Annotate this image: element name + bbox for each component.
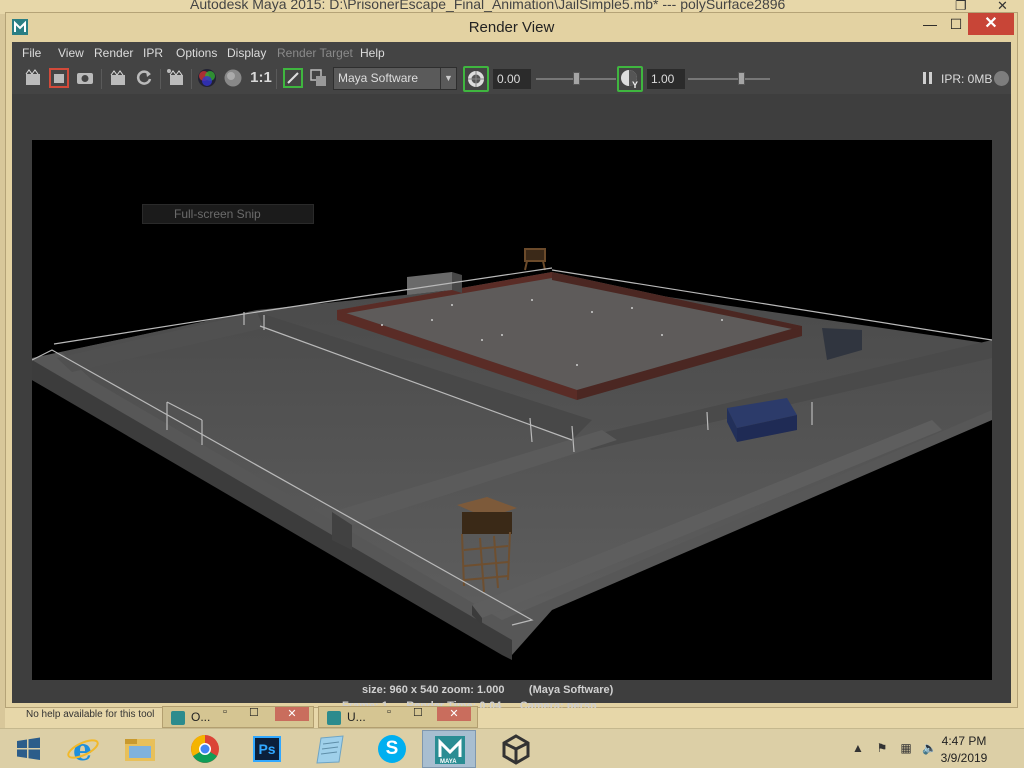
maya-window-icon [171,711,185,725]
gamma-slider-thumb[interactable] [738,72,746,85]
render-view-titlebar[interactable]: Render View — ☐ ✕ [6,13,1017,42]
maximize-button[interactable]: ☐ [942,13,970,35]
help-line: No help available for this tool [26,709,155,720]
gamma-field[interactable]: 1.00 [647,69,685,89]
skype-icon[interactable]: S [365,730,419,768]
clock-time[interactable]: 4:47 PM [924,734,1004,748]
chrome-icon[interactable] [178,730,232,768]
render-region-icon[interactable] [49,68,69,88]
display-region-icon[interactable] [283,68,303,88]
redo-render-icon[interactable] [23,68,43,88]
renderer-dropdown[interactable]: Maya Software ▼ [333,67,457,90]
toolbar-separator [160,69,161,89]
render-toolbar: 1:1 Maya Software ▼ 0.00 Y 1.00 IPR: 0MB [12,64,1011,94]
file-explorer-icon[interactable] [113,730,167,768]
rendered-image: Full-screen Snip [32,140,992,680]
minimized-window[interactable]: O... ▫ ☐ ✕ [162,706,314,728]
menu-view[interactable]: View [58,46,84,60]
snip-tooltip: Full-screen Snip [142,204,314,224]
ipr-render-icon[interactable] [166,68,186,88]
pause-icon[interactable] [922,71,934,85]
minimize-icon[interactable]: ▫ [387,706,391,718]
alpha-channel-icon[interactable] [223,68,243,88]
toolbar-separator [191,69,192,89]
snapshot-icon[interactable] [75,68,95,88]
unity-icon[interactable] [489,730,543,768]
real-size-button[interactable]: 1:1 [248,68,274,88]
keep-image-icon[interactable] [308,68,328,88]
show-hidden-icons[interactable]: ▲ [851,741,865,755]
menu-options[interactable]: Options [176,46,217,60]
minimize-button[interactable]: — [916,13,944,35]
render-view-title: Render View [468,19,555,36]
exposure-icon[interactable] [463,66,489,92]
skype-label: S [378,735,406,763]
maya-icon[interactable]: MAYA [422,730,476,768]
render-sequence-icon[interactable] [108,68,128,88]
render-canvas[interactable]: Full-screen Snip size: 960 x 540 zoom: 1… [12,94,1011,712]
minimize-icon[interactable]: ▫ [223,706,227,718]
action-center-icon[interactable]: ⚑ [875,741,889,755]
photoshop-icon[interactable]: Ps [240,730,294,768]
clock-date[interactable]: 3/9/2019 [924,751,1004,765]
chevron-down-icon: ▼ [440,68,456,89]
menu-bar: File View Render IPR Options Display Ren… [12,42,1011,64]
svg-text:Y: Y [632,80,638,90]
menu-ipr[interactable]: IPR [143,46,163,60]
minimized-window-title: O... [191,710,211,724]
photoshop-label: Ps [253,736,281,762]
menu-render-target: Render Target [277,46,353,60]
exposure-slider-thumb[interactable] [573,72,580,85]
gamma-slider[interactable] [688,78,770,80]
menu-help[interactable]: Help [360,46,385,60]
close-icon[interactable]: ✕ [275,707,309,721]
close-icon[interactable]: ✕ [437,707,471,721]
toolbar-separator [101,69,102,89]
rgb-channels-icon[interactable] [197,68,217,88]
menu-file[interactable]: File [22,46,41,60]
render-view-window: Render View — ☐ ✕ File View Render IPR O… [5,12,1018,712]
menu-render[interactable]: Render [94,46,133,60]
restore-icon[interactable]: ☐ [413,706,423,719]
taskbar: e Ps S MAYA ▲ ⚑ ▦ 🔈 4:47 PM 3/9/2019 [0,728,1024,768]
maya-label: MAYA [440,759,457,765]
maya-window-icon [327,711,341,725]
ipr-memory-label: IPR: 0MB [941,72,993,86]
restore-icon[interactable]: ☐ [249,706,259,719]
help-strip [5,708,1019,728]
notepad-icon[interactable] [303,730,357,768]
gamma-icon[interactable]: Y [617,66,643,92]
toolbar-separator [276,69,277,89]
render-view-client: File View Render IPR Options Display Ren… [12,42,1011,712]
renderer-selected: Maya Software [338,71,419,85]
close-button[interactable]: ✕ [968,13,1014,35]
svg-text:e: e [73,733,92,768]
refresh-ipr-icon[interactable] [134,68,154,88]
ipr-status-icon [994,71,1009,86]
minimized-window[interactable]: U... ▫ ☐ ✕ [318,706,478,728]
minimized-window-title: U... [347,710,366,724]
render-info-line-1: size: 960 x 540 zoom: 1.000 (Maya Softwa… [362,684,614,696]
internet-explorer-icon[interactable]: e [56,730,110,768]
network-icon[interactable]: ▦ [899,741,913,755]
start-icon[interactable] [4,730,52,768]
exposure-field[interactable]: 0.00 [493,69,531,89]
menu-display[interactable]: Display [227,46,266,60]
